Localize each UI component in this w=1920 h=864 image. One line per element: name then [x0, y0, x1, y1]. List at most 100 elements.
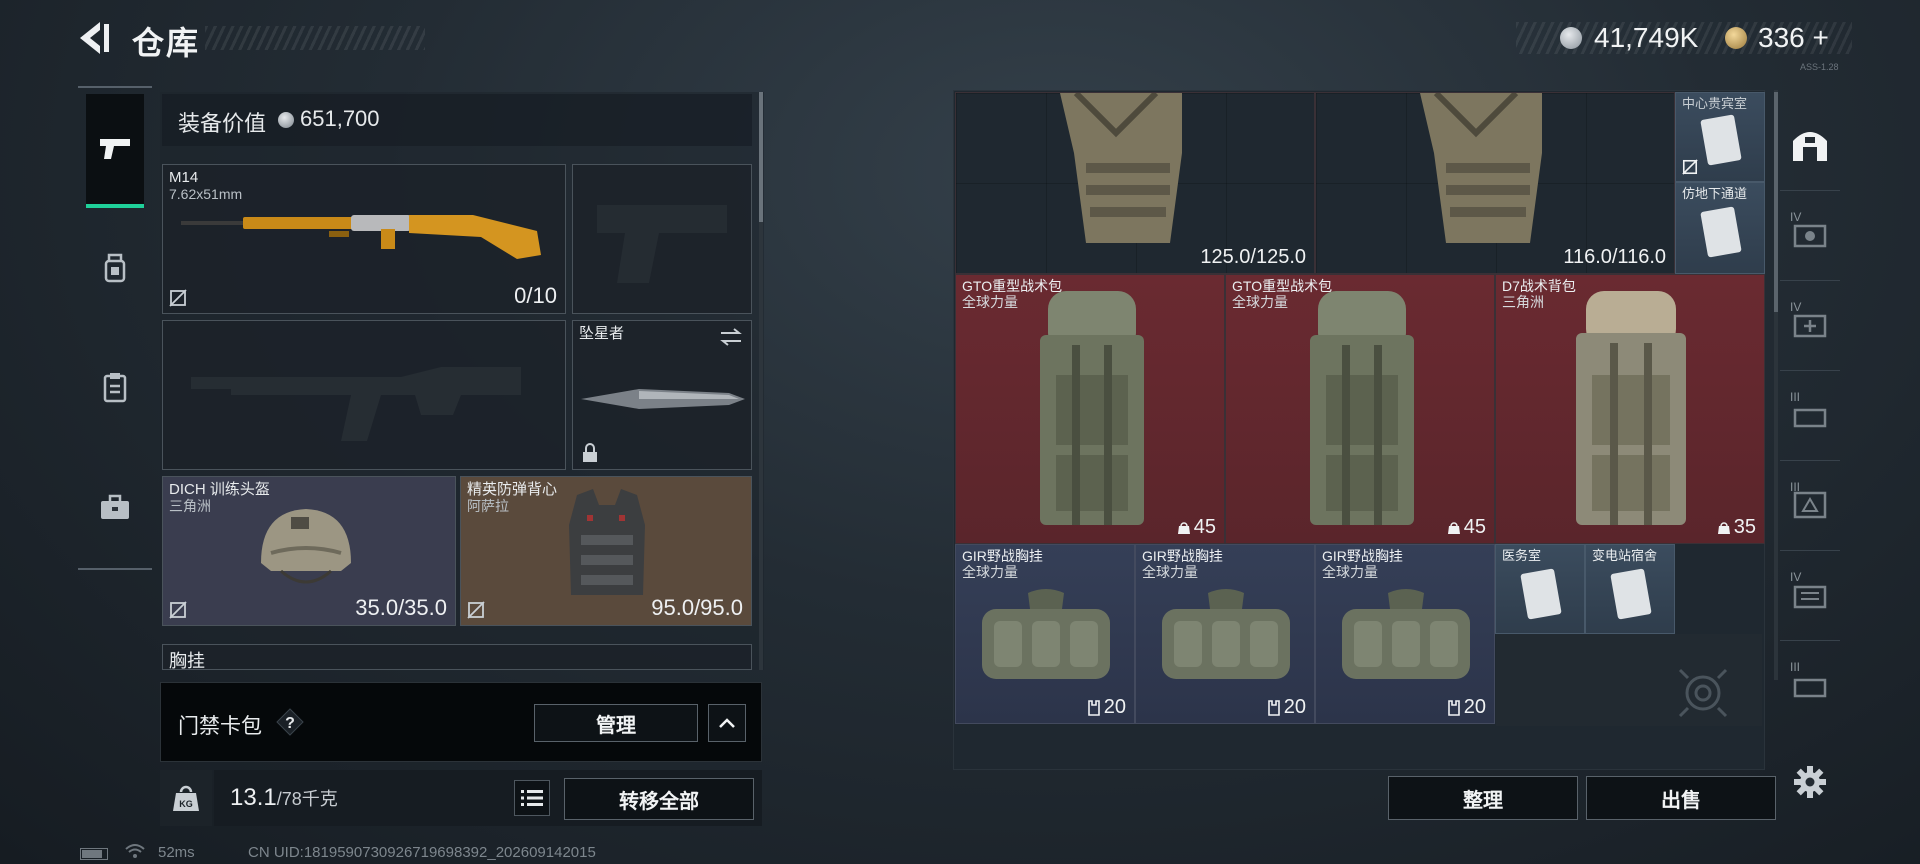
capacity-value: 45: [1193, 516, 1216, 538]
armor-vest-image: [569, 489, 645, 595]
back-button[interactable]: [78, 20, 112, 56]
chest-rig-slot[interactable]: 胸挂: [162, 644, 752, 670]
stash-tab-6[interactable]: IV: [1780, 550, 1840, 641]
armor-slot[interactable]: 精英防弹背心 阿萨拉 95.0/95.0: [460, 476, 752, 626]
title-decoration: [205, 26, 425, 50]
swap-icon[interactable]: [719, 327, 743, 347]
stash-page-icon: [1793, 408, 1827, 428]
item-capacity: 35: [1717, 516, 1756, 539]
pistol-slot[interactable]: [572, 164, 752, 314]
nav-cases-tab[interactable]: [78, 452, 152, 562]
stash-page-icon: [1793, 678, 1827, 698]
collapse-button[interactable]: [708, 704, 746, 742]
primary-weapon-slot[interactable]: M14 7.62x51mm 0/10: [162, 164, 566, 314]
value-coin-icon: [278, 112, 294, 128]
weight-readout: 13.1/78千克: [230, 784, 338, 812]
help-icon: ?: [276, 708, 304, 736]
tidy-button[interactable]: 整理: [1388, 776, 1578, 820]
tab-tier-label: III: [1790, 660, 1801, 674]
stash-item[interactable]: GIR野战胸挂 全球力量 20: [955, 544, 1135, 724]
knife-image: [581, 389, 745, 409]
silver-coin-icon: [1560, 27, 1582, 49]
capacity-value: 45: [1463, 516, 1486, 538]
stash-tab-base[interactable]: [1780, 100, 1840, 191]
keycard-name: 仿地下通道: [1682, 186, 1748, 201]
weapon-name: M14: [169, 169, 199, 186]
equipment-scroll-thumb[interactable]: [759, 92, 763, 222]
stash-item[interactable]: GTO重型战术包 全球力量 45: [1225, 274, 1495, 544]
list-view-button[interactable]: [514, 780, 550, 816]
keycard-image: [1520, 568, 1562, 620]
melee-name: 坠星者: [579, 325, 625, 342]
stash-page-icon: [1793, 224, 1827, 248]
weight-small-icon: [1447, 521, 1460, 534]
helmet-rig-icon: [104, 253, 126, 283]
stash-tab-3[interactable]: IV: [1780, 280, 1840, 371]
nav-gear-tab[interactable]: [78, 212, 152, 322]
item-name: GIR野战胸挂: [1322, 548, 1403, 564]
stash-item[interactable]: GIR野战胸挂 全球力量 20: [1315, 544, 1495, 724]
weight-small-icon: [1717, 521, 1730, 534]
capacity-value: 20: [1103, 696, 1126, 718]
gear-icon[interactable]: [1792, 764, 1828, 800]
armor-durability: 95.0/95.0: [651, 595, 743, 620]
stash-tab-2[interactable]: IV: [1780, 190, 1840, 281]
item-name: GIR野战胸挂: [962, 548, 1043, 564]
scan-target-icon[interactable]: [1676, 666, 1730, 720]
backpack-image: [1420, 93, 1542, 243]
weight-icon-box: KG: [160, 770, 212, 826]
pistol-silhouette-icon: [597, 205, 727, 283]
keycard-image: [1700, 206, 1742, 258]
tab-tier-label: IV: [1790, 210, 1802, 224]
item-faction: 全球力量: [1232, 294, 1288, 310]
not-insured-icon: [1682, 159, 1698, 175]
keycard-item[interactable]: 仿地下通道: [1675, 182, 1765, 274]
rifle-image: [181, 215, 541, 259]
stash-item[interactable]: D7战术背包 三角洲 35: [1495, 274, 1765, 544]
lock-icon: [583, 443, 597, 462]
base-icon: [1793, 132, 1827, 161]
stash-tab-7[interactable]: III: [1780, 640, 1840, 730]
not-insured-icon: [169, 601, 187, 619]
tab-tier-label: IV: [1790, 300, 1802, 314]
helmet-faction: 三角洲: [169, 498, 211, 514]
nav-items-tab[interactable]: [78, 332, 152, 442]
keycard-name: 医务室: [1502, 548, 1542, 563]
nav-weapons-tab[interactable]: [86, 94, 144, 208]
access-card-label: 门禁卡包: [178, 715, 262, 738]
sell-button[interactable]: 出售: [1586, 776, 1776, 820]
item-faction: 全球力量: [1142, 564, 1198, 580]
stash-item[interactable]: 116.0/116.0: [1315, 92, 1675, 274]
rig-small-icon: [1087, 699, 1100, 716]
keycard-item[interactable]: 医务室: [1495, 544, 1585, 634]
transfer-all-button[interactable]: 转移全部: [564, 778, 754, 820]
weapon-caliber: 7.62x51mm: [169, 186, 243, 202]
rifle-silhouette-icon: [191, 367, 521, 441]
stash-item[interactable]: 125.0/125.0: [955, 92, 1315, 274]
keycard-item[interactable]: 中心贵宾室: [1675, 92, 1765, 182]
secondary-weapon-slot[interactable]: [162, 320, 566, 470]
stash-tab-4[interactable]: III: [1780, 370, 1840, 461]
stash-item[interactable]: GIR野战胸挂 全球力量 20: [1135, 544, 1315, 724]
stash-tab-5[interactable]: III: [1780, 460, 1840, 551]
currency-silver-value: 41,749K: [1594, 22, 1699, 53]
currency-gold-value[interactable]: 336 +: [1758, 22, 1829, 54]
helmet-slot[interactable]: DICH 训练头盔 三角洲 35.0/35.0: [162, 476, 456, 626]
stash-item[interactable]: GTO重型战术包 全球力量 45: [955, 274, 1225, 544]
stash-scroll-thumb[interactable]: [1774, 92, 1778, 312]
page-title: 仓库: [132, 25, 201, 61]
item-faction: 三角洲: [1502, 294, 1544, 310]
stash-page-icon: [1793, 491, 1827, 519]
keycard-item[interactable]: 变电站宿舍: [1585, 544, 1675, 634]
currency-gold-amount: 336: [1758, 22, 1805, 53]
add-currency-button[interactable]: +: [1813, 22, 1829, 53]
briefcase-icon: [101, 494, 129, 519]
armor-faction: 阿萨拉: [467, 498, 509, 514]
manage-button[interactable]: 管理: [534, 704, 698, 742]
helmet-image: [261, 509, 351, 584]
wifi-icon: [125, 844, 145, 858]
help-button[interactable]: ?: [276, 708, 304, 736]
melee-slot[interactable]: 坠星者: [572, 320, 752, 470]
clipboard-icon: [103, 373, 127, 403]
equipment-value: 651,700: [300, 106, 380, 131]
